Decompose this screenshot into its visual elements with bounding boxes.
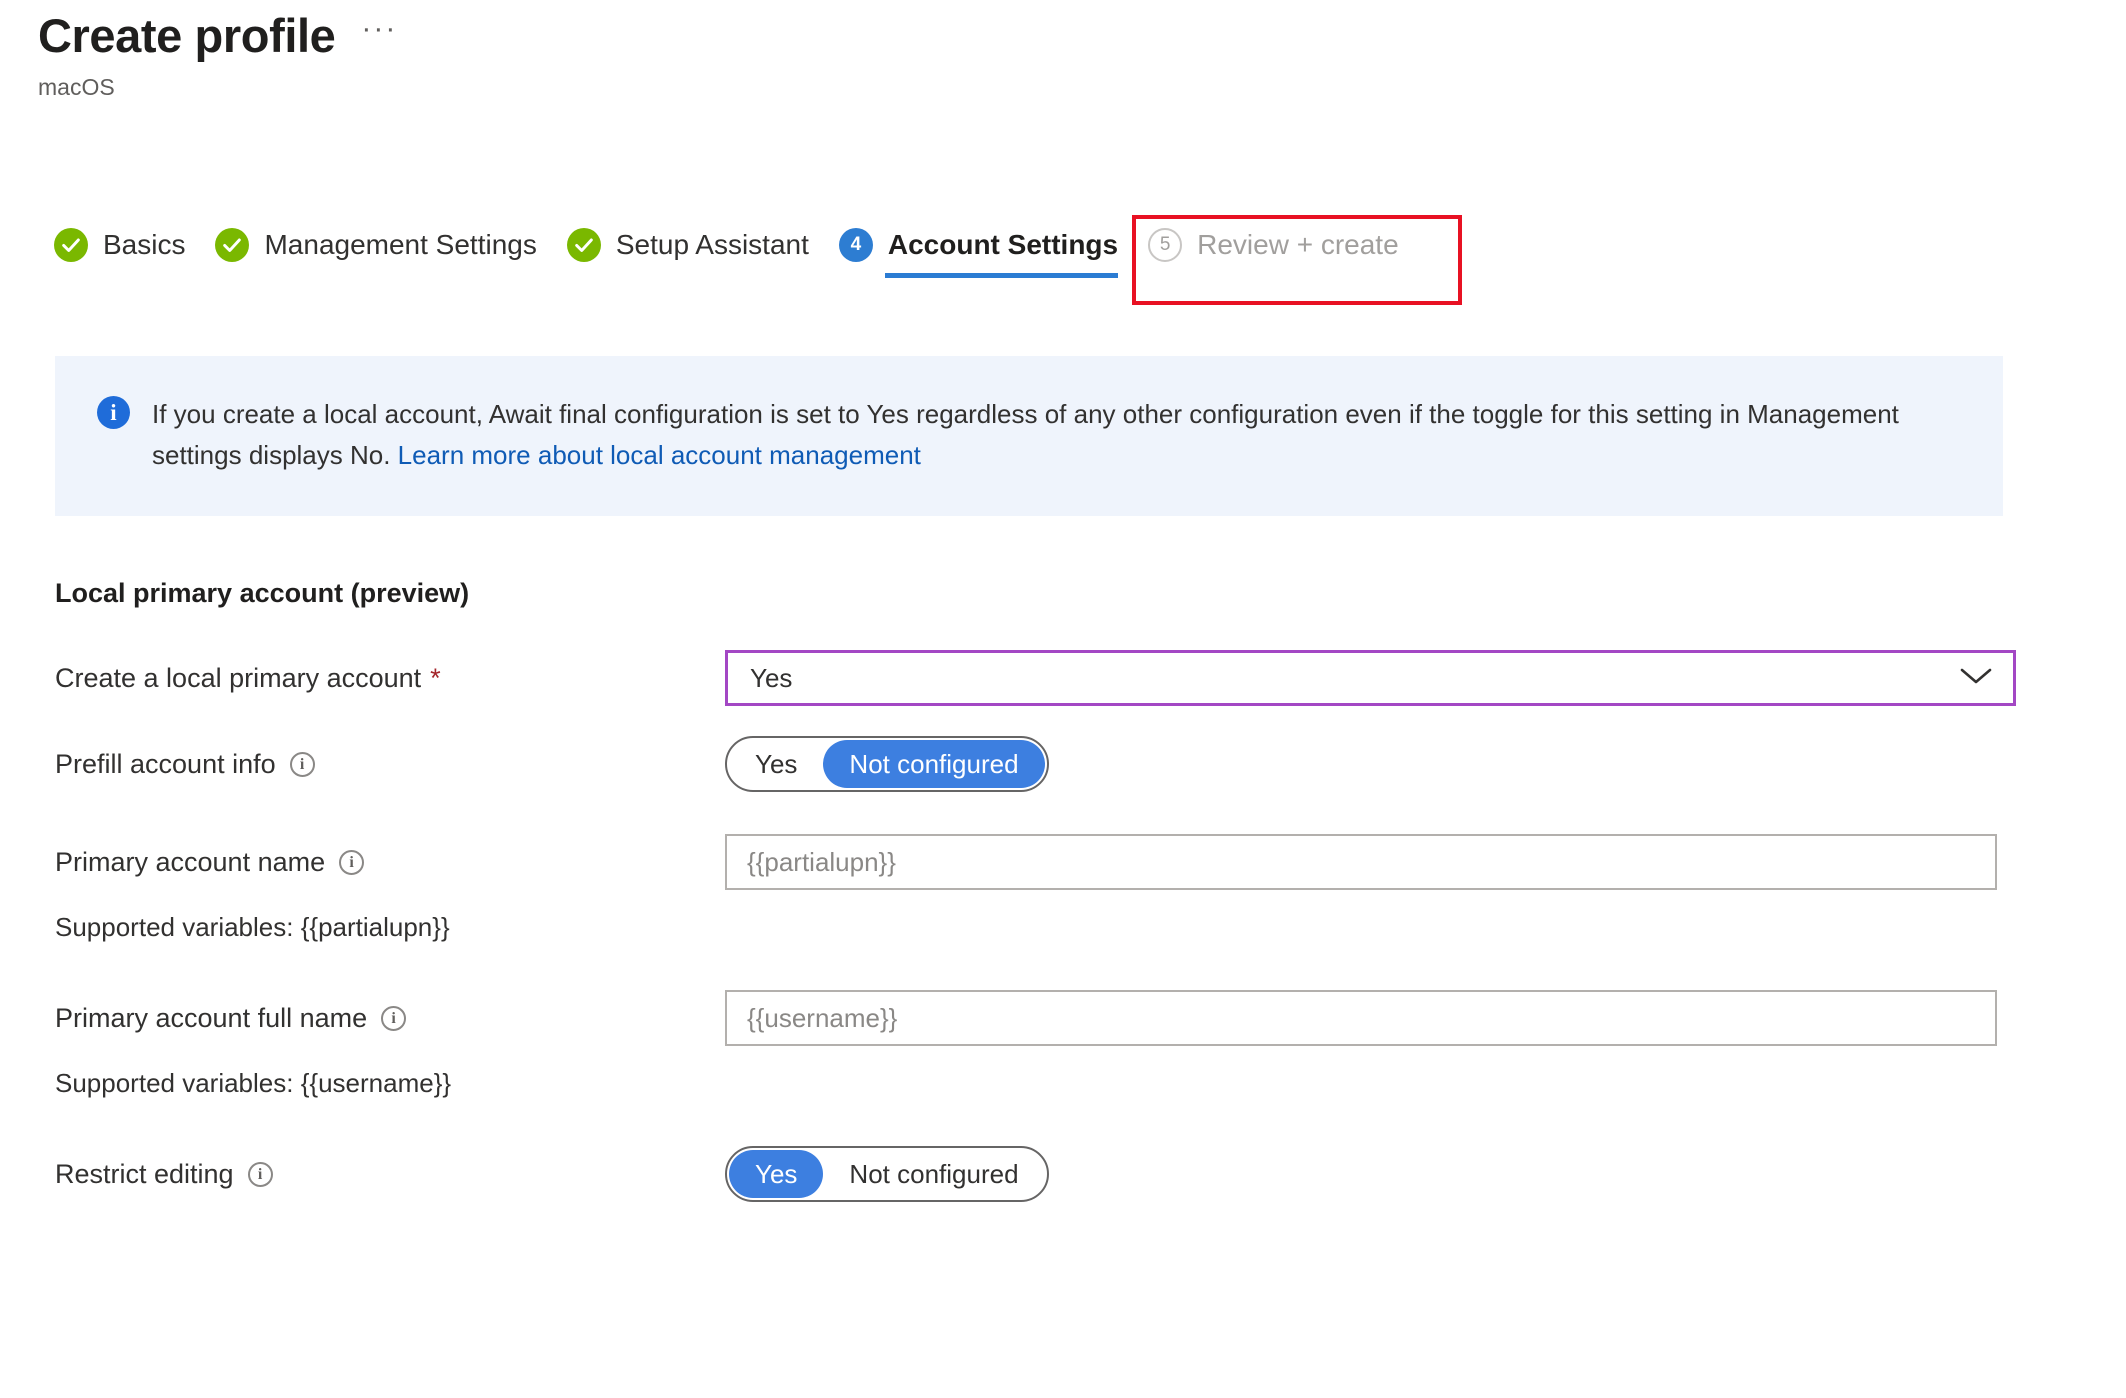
field-label-text: Create a local primary account bbox=[55, 663, 422, 693]
prefill-account-info-toggle[interactable]: Yes Not configured bbox=[725, 736, 1049, 792]
field-control bbox=[725, 990, 2055, 1046]
wizard-tabs: Basics Management Settings Setup Assista… bbox=[50, 222, 1425, 284]
supported-variables-text: Supported variables: {{username}} bbox=[55, 1068, 452, 1098]
info-tooltip-icon[interactable]: i bbox=[247, 1162, 273, 1188]
toggle-option-not-configured[interactable]: Not configured bbox=[823, 740, 1045, 788]
field-label: Create a local primary account * bbox=[55, 650, 725, 696]
field-row-primary-account-name: Primary account name i bbox=[55, 834, 2055, 898]
field-label-text: Primary account full name bbox=[55, 1003, 368, 1033]
field-control: Yes bbox=[725, 650, 2055, 706]
field-control bbox=[725, 834, 2055, 890]
dropdown-selected-value: Yes bbox=[750, 662, 793, 693]
row-spacer bbox=[55, 968, 2055, 990]
field-row-primary-account-full-name: Primary account full name i bbox=[55, 990, 2055, 1054]
field-label: Primary account full name i bbox=[55, 990, 725, 1036]
create-local-primary-account-dropdown[interactable]: Yes bbox=[725, 650, 2016, 706]
restrict-editing-toggle[interactable]: Yes Not configured bbox=[725, 1146, 1049, 1202]
toggle-option-not-configured[interactable]: Not configured bbox=[823, 1150, 1044, 1198]
required-asterisk: * bbox=[430, 663, 441, 693]
field-row-prefill-account-info: Prefill account info i Yes Not configure… bbox=[55, 736, 2055, 800]
toggle-option-yes[interactable]: Yes bbox=[729, 740, 823, 788]
tab-label: Setup Assistant bbox=[615, 229, 809, 260]
learn-more-link[interactable]: Learn more about local account managemen… bbox=[398, 440, 921, 470]
supported-variables-text: Supported variables: {{partialupn}} bbox=[55, 912, 450, 942]
field-label-text: Primary account name bbox=[55, 847, 326, 877]
page-subtitle: macOS bbox=[38, 73, 115, 100]
title-row: Create profile ··· bbox=[38, 10, 397, 62]
info-icon: i bbox=[97, 396, 130, 429]
field-label: Prefill account info i bbox=[55, 736, 725, 782]
page-header: Create profile ··· macOS bbox=[38, 10, 397, 101]
field-label: Restrict editing i bbox=[55, 1146, 725, 1192]
tab-label: Basics bbox=[103, 229, 186, 260]
step-number-badge: 4 bbox=[838, 228, 873, 262]
chevron-down-icon bbox=[1959, 666, 1993, 691]
check-circle-icon bbox=[54, 228, 88, 262]
field-label: Primary account name i bbox=[55, 834, 725, 880]
step-number-badge: 5 bbox=[1148, 228, 1183, 262]
tab-basics[interactable]: Basics bbox=[50, 222, 211, 284]
info-banner: i If you create a local account, Await f… bbox=[55, 356, 2003, 516]
row-spacer bbox=[55, 714, 2055, 736]
field-row-restrict-editing: Restrict editing i Yes Not configured bbox=[55, 1146, 2055, 1210]
more-options-icon[interactable]: ··· bbox=[361, 13, 397, 52]
tab-label: Account Settings bbox=[887, 229, 1119, 260]
helper-row-primary-account-full-name: Supported variables: {{username}} bbox=[55, 1054, 2055, 1124]
section-heading: Local primary account (preview) bbox=[55, 578, 470, 608]
page-title: Create profile bbox=[38, 9, 336, 62]
active-tab-underline bbox=[884, 273, 1119, 278]
row-spacer bbox=[55, 1124, 2055, 1146]
field-control: Yes Not configured bbox=[725, 736, 2055, 792]
info-tooltip-icon[interactable]: i bbox=[289, 752, 315, 778]
tab-setup-assistant[interactable]: Setup Assistant bbox=[563, 222, 835, 284]
tab-review-create[interactable]: 5 Review + create bbox=[1144, 222, 1425, 284]
tab-label: Management Settings bbox=[264, 229, 537, 260]
account-settings-form: Create a local primary account * Yes Pre… bbox=[55, 650, 2055, 1210]
field-label-text: Restrict editing bbox=[55, 1159, 234, 1189]
tab-account-settings[interactable]: 4 Account Settings bbox=[835, 222, 1144, 284]
toggle-option-yes[interactable]: Yes bbox=[729, 1150, 824, 1198]
field-row-create-local-primary-account: Create a local primary account * Yes bbox=[55, 650, 2055, 714]
field-label-text: Prefill account info bbox=[55, 749, 276, 779]
primary-account-name-input[interactable] bbox=[725, 834, 1997, 890]
check-circle-icon bbox=[566, 228, 601, 262]
tab-management-settings[interactable]: Management Settings bbox=[211, 222, 562, 284]
row-spacer bbox=[55, 800, 2055, 834]
info-banner-text: If you create a local account, Await fin… bbox=[152, 394, 1973, 480]
primary-account-full-name-input[interactable] bbox=[725, 990, 1997, 1046]
tab-label: Review + create bbox=[1197, 229, 1399, 260]
helper-row-primary-account-name: Supported variables: {{partialupn}} bbox=[55, 898, 2055, 968]
info-tooltip-icon[interactable]: i bbox=[381, 1006, 407, 1032]
field-control: Yes Not configured bbox=[725, 1146, 2055, 1202]
check-circle-icon bbox=[215, 228, 250, 262]
info-tooltip-icon[interactable]: i bbox=[339, 850, 365, 876]
